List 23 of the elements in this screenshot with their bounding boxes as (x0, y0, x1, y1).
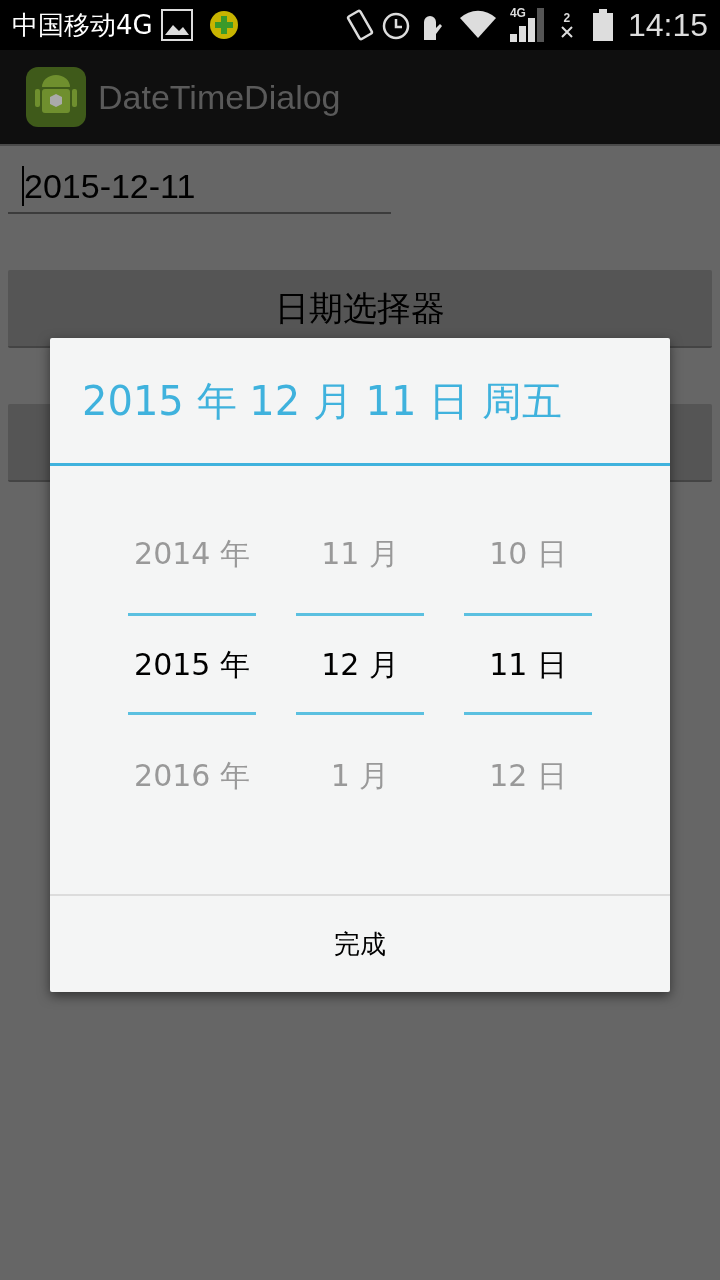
picker-value[interactable]: 2015 年 (128, 613, 256, 715)
picker-value[interactable]: 1 月 (296, 724, 424, 826)
clock: 14:15 (627, 6, 708, 45)
battery-icon (591, 9, 614, 41)
wifi-icon (457, 10, 498, 40)
image-icon (160, 9, 193, 41)
picker-value[interactable]: 11 日 (464, 613, 592, 715)
picker-value[interactable]: 12 月 (296, 613, 424, 715)
carrier-name: 中国移动4G (12, 8, 153, 42)
android-app-icon (26, 67, 86, 127)
sim-label: 2 (563, 11, 571, 25)
dialog-title: 2015 年 12 月 11 日 周五 (82, 376, 562, 426)
picker-value[interactable]: 12 日 (464, 724, 592, 826)
picker-value[interactable]: 2016 年 (128, 724, 256, 826)
network-type: 4G (509, 5, 526, 22)
picker-value[interactable]: 11 月 (296, 502, 424, 604)
date-input-field[interactable]: 2015-12-11 (8, 166, 391, 214)
app-title: DateTimeDialog (98, 76, 341, 118)
no-signal-icon (559, 25, 574, 39)
done-button[interactable]: 完成 (50, 896, 670, 992)
picker-value[interactable]: 10 日 (464, 502, 592, 604)
picker-value[interactable]: 2014 年 (128, 502, 256, 604)
signal-icon (509, 8, 546, 42)
